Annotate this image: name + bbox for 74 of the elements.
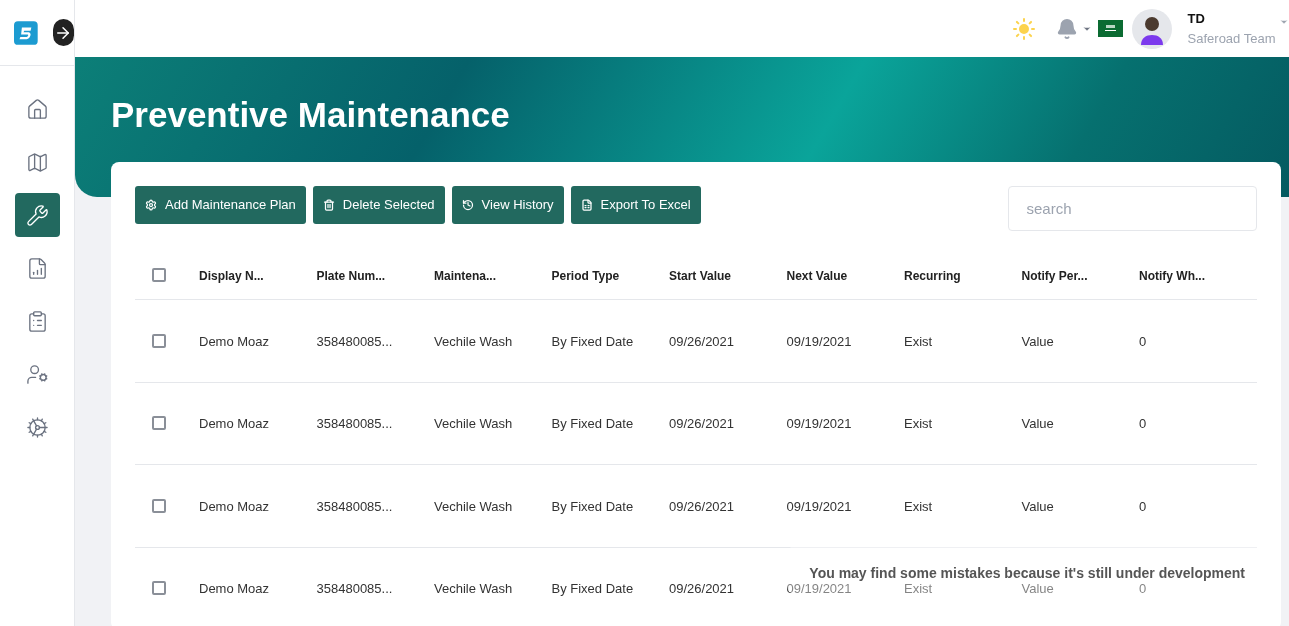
table-cell: 09/26/2021 [669,498,735,514]
table-cell: 0 [1139,416,1147,432]
table-cell: Demo Moaz [199,333,270,349]
column-header[interactable]: Period Type [551,268,620,283]
table-cell: Vechile Wash [434,416,513,432]
toast-message: You may find some mistakes because it's still under development [809,564,1245,583]
table-cell: Vechile Wash [434,333,513,349]
toolbar-button[interactable]: Export To Excel [570,186,701,224]
table-cell: By Fixed Date [551,581,634,597]
table-cell: Exist [904,333,933,349]
history-icon [461,199,474,211]
excel-file-icon [580,199,593,211]
gear-icon [145,199,157,211]
table-cell: Value [1021,498,1054,514]
checkbox[interactable] [152,267,166,282]
table-cell: Value [1021,416,1054,432]
search-field[interactable]: search [1007,186,1257,231]
table-cell: By Fixed Date [551,333,634,349]
table-cell: Vechile Wash [434,498,513,514]
table-cell: Exist [904,416,933,432]
user-settings-icon [25,362,49,386]
column-header[interactable]: Start Value [669,268,732,283]
table-cell: Value [1021,333,1054,349]
table-cell: Demo Moaz [199,416,270,432]
table-cell: 358480085... [316,581,393,597]
table-cell: By Fixed Date [551,416,634,432]
table-cell: 358480085... [316,498,393,514]
home-icon [25,97,49,121]
column-header[interactable]: Notify Wh... [1139,268,1205,283]
user-initials: TD [1187,10,1206,28]
checkbox[interactable] [152,581,166,596]
avatar[interactable] [1131,8,1172,49]
checkbox[interactable] [152,416,166,431]
table-cell: Value [1021,581,1054,597]
table-cell: 09/26/2021 [669,416,735,432]
column-header[interactable]: Notify Per... [1021,268,1088,283]
table-cell: 358480085... [316,416,393,432]
table-cell: Demo Moaz [199,581,270,597]
settings-icon [25,415,49,439]
table-cell: 09/19/2021 [786,333,852,349]
table-cell: Exist [904,498,933,514]
table-cell: 09/19/2021 [786,498,852,514]
table-cell: By Fixed Date [551,498,634,514]
table-cell: Exist [904,581,933,597]
column-header[interactable]: Recurring [904,268,961,283]
bell-icon [1055,17,1078,40]
toolbar-button[interactable]: Delete Selected [312,186,445,224]
toolbar-button[interactable]: View History [451,186,564,224]
page-title: Preventive Maintenance [111,94,511,136]
table-cell: 0 [1139,333,1147,349]
column-header[interactable]: Display N... [199,268,264,283]
map-icon [25,150,49,174]
column-header[interactable]: Maintena... [434,268,496,283]
table-cell: 0 [1139,581,1147,597]
trash-icon [322,199,335,211]
table-cell: 09/26/2021 [669,581,735,597]
table-cell: 09/19/2021 [786,416,852,432]
sidebar-item[interactable] [14,193,60,237]
flag-icon[interactable] [1097,20,1123,37]
table-cell: Demo Moaz [199,498,270,514]
table-cell: 09/19/2021 [786,581,852,597]
toolbar-button[interactable]: Add Maintenance Plan [135,186,306,224]
table-cell: 0 [1139,498,1147,514]
expand-button[interactable] [52,19,74,46]
wrench-icon [25,203,49,227]
column-header[interactable]: Next Value [786,268,848,283]
table-cell: 358480085... [316,333,393,349]
team-name: Saferoad Team [1187,29,1276,48]
column-header[interactable]: Plate Num... [316,268,386,283]
checkbox[interactable] [152,333,166,348]
table-cell: 09/26/2021 [669,333,735,349]
sun-icon [1011,16,1036,41]
table-cell: Vechile Wash [434,581,513,597]
checkbox[interactable] [152,498,166,513]
